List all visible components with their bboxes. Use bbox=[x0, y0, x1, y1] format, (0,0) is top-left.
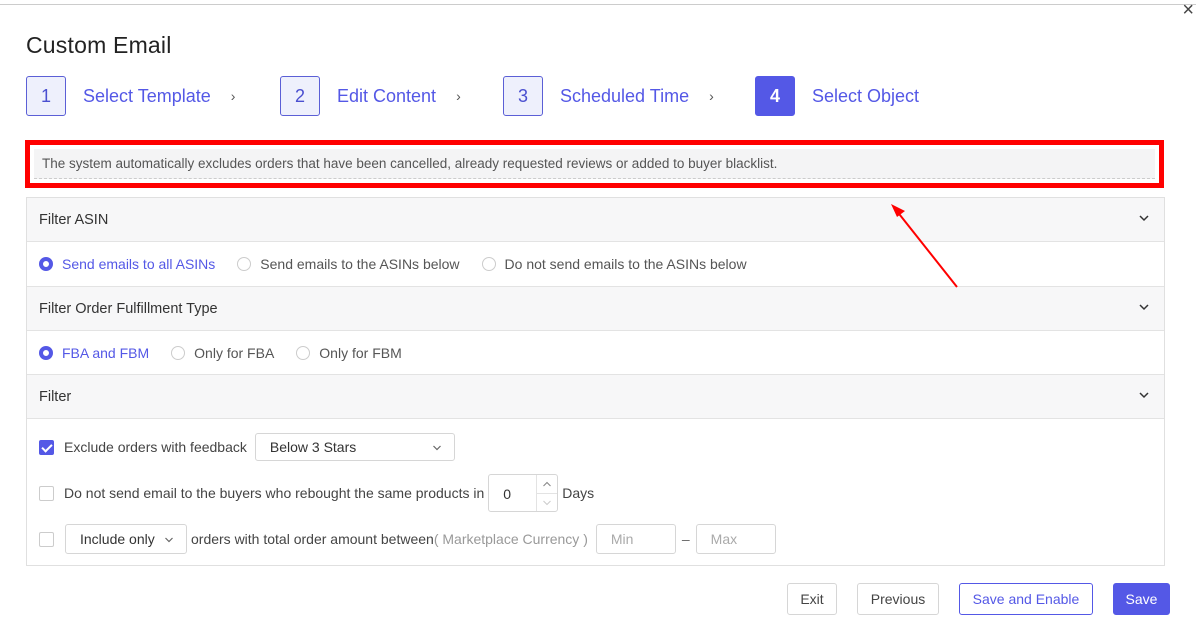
radio-asins-below[interactable]: Send emails to the ASINs below bbox=[237, 256, 460, 272]
radio-only-fbm[interactable]: Only for FBM bbox=[296, 345, 402, 361]
previous-button[interactable]: Previous bbox=[857, 583, 939, 615]
stepper-down-button[interactable] bbox=[537, 494, 557, 512]
notice-text: The system automatically excludes orders… bbox=[34, 149, 1155, 179]
radio-label: Only for FBA bbox=[194, 345, 275, 361]
radio-label: Send emails to the ASINs below bbox=[260, 256, 460, 272]
section-title: Filter ASIN bbox=[39, 211, 109, 228]
step-indicator: 1 Select Template › 2 Edit Content › 3 S… bbox=[26, 76, 1026, 116]
radio-dot bbox=[39, 257, 53, 271]
step-1[interactable]: 1 Select Template › bbox=[26, 76, 235, 116]
dialog-title: Custom Email bbox=[26, 32, 172, 58]
step-2-number: 2 bbox=[280, 76, 320, 116]
chevron-down-icon[interactable] bbox=[1138, 389, 1150, 401]
radio-dot bbox=[296, 346, 311, 360]
chevron-down-icon bbox=[432, 445, 441, 451]
rebought-label: Do not send email to the buyers who rebo… bbox=[64, 485, 485, 501]
close-icon[interactable]: × bbox=[1182, 0, 1194, 20]
include-only-select[interactable]: Include only bbox=[65, 524, 187, 554]
feedback-filter-row: Exclude orders with feedback Below 3 Sta… bbox=[39, 433, 455, 461]
amount-filter-row: Include only orders with total order amo… bbox=[39, 524, 776, 554]
asin-radio-group: Send emails to all ASINs Send emails to … bbox=[39, 243, 769, 285]
step-2-label: Edit Content bbox=[337, 85, 437, 106]
radio-label: Send emails to all ASINs bbox=[62, 256, 216, 272]
feedback-label: Exclude orders with feedback bbox=[64, 439, 247, 455]
chevron-right-icon: › bbox=[230, 88, 236, 104]
section-title: Filter Order Fulfillment Type bbox=[39, 300, 218, 317]
section-title: Filter bbox=[39, 388, 72, 405]
step-4-label: Select Object bbox=[812, 85, 920, 106]
step-1-number: 1 bbox=[26, 76, 66, 116]
radio-dot bbox=[237, 257, 252, 271]
radio-label: FBA and FBM bbox=[62, 345, 150, 361]
radio-dot bbox=[39, 346, 53, 360]
radio-dot bbox=[481, 257, 496, 271]
feedback-checkbox[interactable] bbox=[39, 439, 54, 455]
section-body-filter-asin: Send emails to all ASINs Send emails to … bbox=[27, 242, 1164, 287]
section-header-filter-asin[interactable]: Filter ASIN bbox=[27, 198, 1164, 242]
chevron-down-icon[interactable] bbox=[1138, 301, 1150, 313]
rebought-filter-row: Do not send email to the buyers who rebo… bbox=[39, 474, 594, 512]
min-amount-input[interactable]: Min bbox=[595, 524, 676, 554]
step-3-label: Scheduled Time bbox=[560, 85, 690, 106]
step-4-number: 4 bbox=[755, 76, 795, 116]
rebought-days-stepper[interactable]: 0 bbox=[488, 474, 559, 512]
fulfillment-radio-group: FBA and FBM Only for FBA Only for FBM bbox=[39, 332, 424, 374]
stepper-up-button[interactable] bbox=[537, 475, 558, 494]
step-2[interactable]: 2 Edit Content › bbox=[280, 76, 461, 116]
chevron-right-icon: › bbox=[456, 88, 461, 104]
amount-checkbox[interactable] bbox=[39, 531, 54, 547]
background-nav-bar bbox=[0, 0, 1196, 5]
section-header-fulfillment[interactable]: Filter Order Fulfillment Type bbox=[27, 287, 1164, 331]
section-header-filter[interactable]: Filter bbox=[27, 375, 1164, 419]
max-placeholder: Max bbox=[710, 531, 738, 547]
chevron-down-icon bbox=[543, 500, 552, 506]
rebought-checkbox[interactable] bbox=[39, 485, 54, 501]
stepper-controls bbox=[536, 475, 558, 512]
currency-note: ( Marketplace Currency ) bbox=[433, 531, 588, 547]
step-1-label: Select Template bbox=[83, 85, 211, 106]
days-unit-label: Days bbox=[562, 485, 595, 501]
radio-label: Do not send emails to the ASINs below bbox=[504, 256, 747, 272]
chevron-down-icon[interactable] bbox=[1138, 212, 1150, 224]
step-3-number: 3 bbox=[503, 76, 543, 116]
save-and-enable-button[interactable]: Save and Enable bbox=[959, 583, 1093, 615]
step-4[interactable]: 4 Select Object bbox=[755, 76, 919, 116]
max-amount-input[interactable]: Max bbox=[695, 524, 776, 554]
save-button[interactable]: Save bbox=[1113, 583, 1170, 615]
filter-panel: Filter ASIN Send emails to all ASINs Sen… bbox=[26, 197, 1165, 566]
select-value: Below 3 Stars bbox=[269, 439, 357, 455]
radio-only-fba[interactable]: Only for FBA bbox=[171, 345, 274, 361]
min-placeholder: Min bbox=[610, 531, 634, 547]
highlight-box: The system automatically excludes orders… bbox=[25, 140, 1164, 188]
exit-button[interactable]: Exit bbox=[787, 583, 837, 615]
chevron-down-icon bbox=[165, 537, 173, 543]
chevron-up-icon bbox=[543, 481, 552, 487]
step-3[interactable]: 3 Scheduled Time › bbox=[503, 76, 714, 116]
range-separator: – bbox=[681, 531, 690, 547]
radio-label: Only for FBM bbox=[319, 345, 402, 361]
amount-label: orders with total order amount between bbox=[191, 531, 434, 547]
radio-not-asins-below[interactable]: Do not send emails to the ASINs below bbox=[481, 256, 747, 272]
feedback-stars-select[interactable]: Below 3 Stars bbox=[254, 433, 455, 461]
stepper-value: 0 bbox=[503, 486, 512, 502]
select-value: Include only bbox=[80, 531, 155, 547]
chevron-right-icon: › bbox=[709, 88, 714, 104]
radio-dot bbox=[171, 346, 186, 360]
radio-all-asins[interactable]: Send emails to all ASINs bbox=[39, 256, 215, 272]
section-body-fulfillment: FBA and FBM Only for FBA Only for FBM bbox=[27, 331, 1164, 375]
radio-fba-fbm[interactable]: FBA and FBM bbox=[39, 345, 149, 361]
